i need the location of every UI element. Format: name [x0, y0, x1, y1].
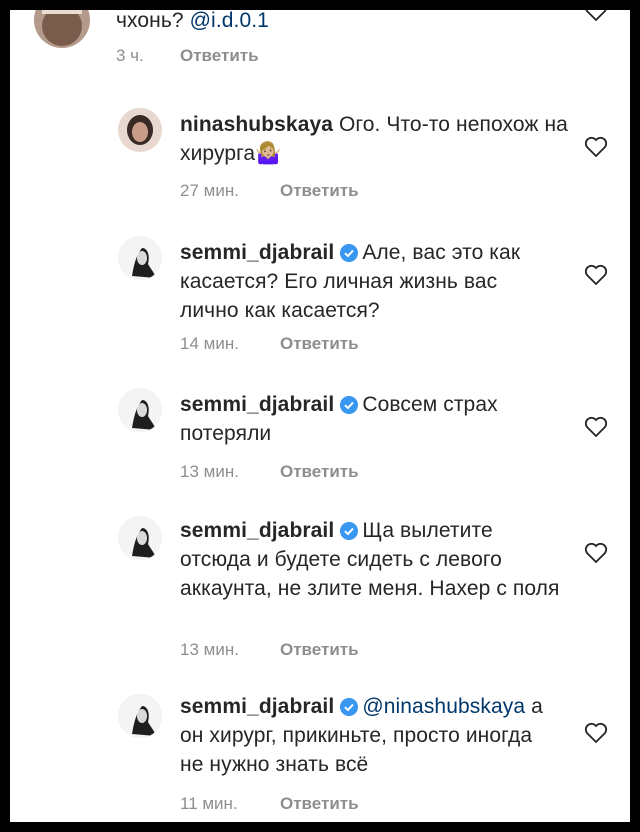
heart-icon[interactable] [584, 722, 608, 744]
comment-text: чхонь? @i.d.0.1 [116, 10, 269, 32]
reply-button[interactable]: Ответить [280, 181, 359, 200]
comment-text: semmi_djabrail Ща вылетите отсюда и будет… [180, 519, 560, 600]
comment-text: semmi_djabrail @ninashubskaya а он хирург… [180, 695, 543, 776]
heart-icon[interactable] [584, 10, 608, 22]
verified-badge-icon [340, 244, 359, 262]
username-link[interactable]: semmi_djabrail [180, 393, 334, 416]
comment-meta: 13 мин. Ответить [180, 462, 359, 482]
comment-time: 13 мин. [180, 640, 239, 659]
username-link[interactable]: semmi_djabrail [180, 695, 334, 718]
avatar[interactable] [118, 108, 162, 152]
heart-icon[interactable] [584, 416, 608, 438]
comment-meta: 27 мин. Ответить [180, 181, 359, 201]
reply-button[interactable]: Ответить [280, 640, 359, 659]
reply-button[interactable]: Ответить [280, 462, 359, 481]
avatar[interactable] [118, 694, 162, 738]
avatar[interactable] [118, 236, 162, 280]
avatar[interactable] [118, 388, 162, 432]
comment-meta: 11 мин. Ответить [180, 794, 359, 814]
comment-text: semmi_djabrail Совсем страх потеряли [180, 393, 498, 445]
heart-icon[interactable] [584, 264, 608, 286]
comment-meta: 13 мин. Ответить [180, 640, 359, 660]
reply-button[interactable]: Ответить [180, 46, 259, 65]
comment-time: 3 ч. [116, 46, 144, 65]
comment-text: semmi_djabrail Але, вас это как касается?… [180, 241, 521, 322]
username-link[interactable]: semmi_djabrail [180, 241, 334, 264]
comment-meta: 3 ч. Ответить [116, 46, 259, 66]
verified-badge-icon [340, 396, 359, 414]
comment-time: 11 мин. [180, 794, 238, 813]
avatar[interactable] [118, 516, 162, 560]
comment-time: 14 мин. [180, 334, 239, 353]
username-link[interactable]: ninashubskaya [180, 113, 333, 136]
avatar[interactable] [34, 10, 90, 48]
verified-badge-icon [340, 522, 359, 540]
username-link[interactable]: semmi_djabrail [180, 519, 334, 542]
verified-badge-icon [340, 698, 359, 716]
comment-meta: 14 мин. Ответить [180, 334, 359, 354]
comments-panel: чхонь? @i.d.0.1 3 ч. Ответить ninashubska… [10, 10, 630, 822]
comment-text: ninashubskaya Ого. Что-то непохож на хир… [180, 113, 568, 165]
heart-icon[interactable] [584, 136, 608, 158]
reply-button[interactable]: Ответить [280, 334, 359, 353]
reply-button[interactable]: Ответить [280, 794, 359, 813]
heart-icon[interactable] [584, 542, 608, 564]
comment-time: 13 мин. [180, 462, 239, 481]
mention-link[interactable]: @i.d.0.1 [190, 10, 269, 32]
comment-time: 27 мин. [180, 181, 239, 200]
mention-link[interactable]: @ninashubskaya [362, 695, 525, 718]
